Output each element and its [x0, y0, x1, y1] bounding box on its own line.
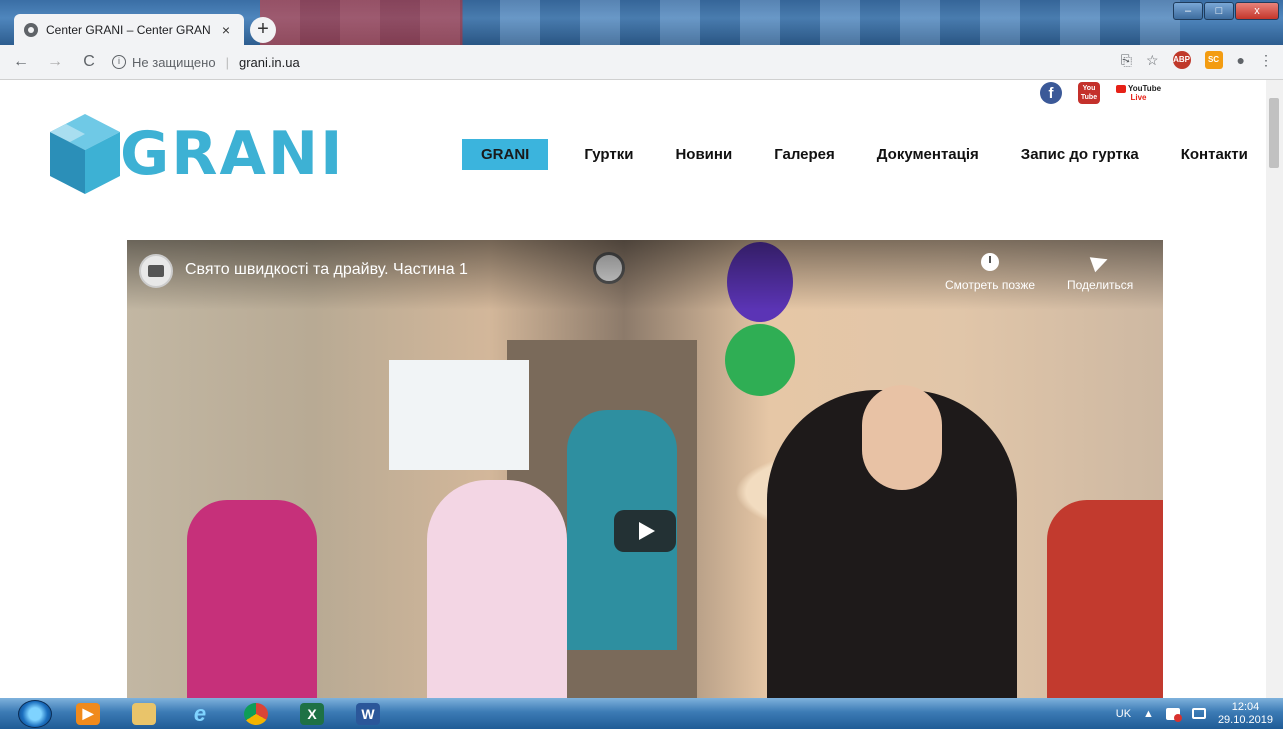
close-window-button[interactable]: x	[1235, 2, 1279, 20]
video-scene-person-pink	[427, 480, 567, 698]
reload-button[interactable]: C	[76, 53, 102, 71]
chrome-icon	[244, 702, 268, 725]
word-icon: W	[356, 702, 380, 725]
video-title[interactable]: Свято швидкості та драйву. Частина 1	[185, 261, 468, 279]
tray-expand-icon[interactable]: ▲	[1143, 708, 1154, 720]
social-links: f You Tube YouTube Live	[1040, 82, 1161, 104]
excel-icon: X	[300, 702, 324, 725]
cube-logo-icon	[50, 114, 120, 194]
facebook-icon[interactable]: f	[1040, 82, 1062, 104]
page-scrollbar[interactable]	[1266, 80, 1283, 698]
minimize-button[interactable]: –	[1173, 2, 1203, 20]
menu-icon[interactable]: ⋮	[1259, 52, 1273, 69]
play-button[interactable]	[614, 510, 676, 552]
url-text[interactable]: grani.in.ua	[239, 55, 300, 70]
new-tab-button[interactable]: +	[250, 17, 276, 43]
main-navigation: GRANI Гуртки Новини Галерея Документація…	[462, 139, 1248, 170]
toolbar-actions: ⎘ ☆ ABP SC ● ⋮	[1121, 51, 1273, 69]
tab-title: Center GRANI – Center GRANI	[46, 22, 210, 37]
system-tray: UK ▲ 12:04 29.10.2019	[1116, 698, 1273, 729]
video-scene-person-right	[1047, 500, 1163, 698]
address-separator: |	[225, 54, 229, 70]
video-scene-sign	[389, 360, 529, 470]
channel-avatar[interactable]	[139, 254, 173, 288]
network-icon[interactable]	[1191, 708, 1206, 719]
address-bar[interactable]: i Не защищено | grani.in.ua	[112, 48, 1112, 76]
taskbar-file-explorer[interactable]	[124, 700, 164, 728]
bookmark-star-icon[interactable]: ☆	[1146, 52, 1159, 69]
share-arrow-icon	[1089, 251, 1111, 273]
desktop-wallpaper	[260, 0, 1180, 45]
nav-item-contacts[interactable]: Контакти	[1181, 140, 1248, 169]
maximize-button[interactable]: □	[1204, 2, 1234, 20]
youtube-play-icon	[1116, 84, 1126, 93]
browser-tabstrip: Center GRANI – Center GRANI × + – □ x	[0, 0, 1283, 45]
video-scene-person-left	[187, 500, 317, 698]
nav-item-enrollment[interactable]: Запис до гуртка	[1021, 140, 1139, 169]
nav-item-grani[interactable]: GRANI	[462, 139, 549, 170]
youtube-live-top: YouTube	[1128, 84, 1162, 93]
media-player-icon: ▶	[76, 702, 100, 725]
youtube-icon[interactable]: You Tube	[1078, 82, 1100, 104]
clock-icon	[981, 253, 1000, 271]
youtube-live-bottom: Live	[1130, 93, 1147, 102]
browser-toolbar: ← → C i Не защищено | grani.in.ua ⎘ ☆ AB…	[0, 45, 1283, 80]
youtube-live-icon[interactable]: YouTube Live	[1116, 84, 1161, 102]
forward-button[interactable]: →	[42, 53, 68, 71]
folder-icon	[132, 702, 156, 725]
adblock-extension-icon[interactable]: ABP	[1172, 51, 1191, 69]
system-clock[interactable]: 12:04 29.10.2019	[1218, 701, 1273, 727]
windows-taskbar: ▶ e X W UK ▲ 12:04 29.10.2019	[0, 698, 1283, 729]
browser-tab[interactable]: Center GRANI – Center GRANI ×	[14, 14, 244, 45]
nav-item-documentation[interactable]: Документація	[877, 140, 979, 169]
back-button[interactable]: ←	[8, 53, 34, 71]
web-page: f You Tube YouTube Live GRANI GRANI Гурт…	[0, 80, 1283, 698]
logo-text: GRANI	[120, 119, 345, 189]
taskbar-media-player[interactable]: ▶	[68, 700, 108, 728]
taskbar-internet-explorer[interactable]: e	[180, 700, 220, 728]
taskbar-excel[interactable]: X	[292, 700, 332, 728]
translate-icon[interactable]: ⎘	[1121, 52, 1132, 69]
action-center-icon[interactable]	[1165, 707, 1182, 722]
taskbar-word[interactable]: W	[348, 700, 388, 728]
clock-date: 29.10.2019	[1217, 713, 1273, 726]
info-icon[interactable]: i	[112, 55, 126, 69]
clock-time: 12:04	[1231, 700, 1260, 713]
nav-item-clubs[interactable]: Гуртки	[584, 140, 633, 169]
internet-explorer-icon: e	[193, 700, 207, 726]
window-controls: – □ x	[1173, 2, 1279, 20]
security-label: Не защищено	[132, 54, 216, 70]
nav-item-news[interactable]: Новини	[675, 140, 732, 169]
share-button[interactable]: Поделиться	[1067, 251, 1134, 292]
video-scene-balloon-green	[725, 324, 795, 396]
watch-later-label: Смотреть позже	[945, 278, 1036, 292]
scrollbar-thumb[interactable]	[1269, 98, 1279, 168]
video-player[interactable]: Свято швидкості та драйву. Частина 1 Смо…	[127, 240, 1163, 698]
watch-later-button[interactable]: Смотреть позже	[945, 252, 1035, 292]
nav-item-gallery[interactable]: Галерея	[774, 140, 835, 169]
globe-icon	[24, 22, 38, 37]
video-scene-face	[862, 385, 942, 490]
sc-extension-icon[interactable]: SC	[1204, 51, 1223, 69]
language-indicator[interactable]: UK	[1116, 708, 1131, 720]
site-logo[interactable]: GRANI	[46, 110, 344, 198]
tab-close-button[interactable]: ×	[218, 22, 234, 38]
start-button[interactable]	[18, 699, 52, 728]
profile-icon[interactable]: ●	[1237, 52, 1245, 68]
taskbar-chrome[interactable]	[236, 700, 276, 728]
share-label: Поделиться	[1067, 278, 1134, 292]
